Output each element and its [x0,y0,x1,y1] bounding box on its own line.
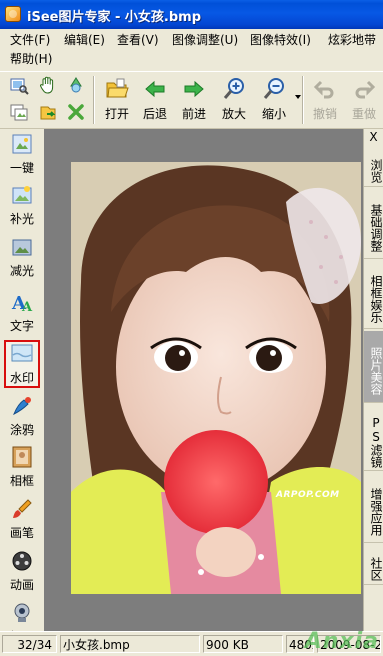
toolbar-divider [302,76,304,124]
tool-label: 画笔 [9,526,34,540]
embedded-watermark-text: ARPOP.COM [276,490,340,500]
graffiti-icon [13,397,31,416]
forward-label: 前进 [181,107,206,121]
status-filesize: 900 KB [203,635,283,653]
open-folder-icon [106,78,129,98]
app-icon[interactable] [5,6,21,22]
tool-graffiti[interactable]: 涂鸦 [4,392,40,440]
tool-label: 涂鸦 [9,423,34,437]
tool-label: 相框 [9,474,34,488]
tool-label: 动画 [9,578,34,592]
recycle-icon[interactable] [66,75,86,95]
right-tab-panel: X 浏览 基础调整 相框娱乐 照片美容 PS滤镜 增强应用 社区 [363,129,383,631]
site-watermark-logo: Anxia [304,629,379,654]
tab-ps-filters[interactable]: PS滤镜 [364,405,383,471]
tool-watermark[interactable]: 水印 [4,340,40,388]
export-icon[interactable] [38,102,58,122]
svg-text:A: A [21,300,33,314]
zoom-dropdown-arrow[interactable] [295,95,301,99]
text-icon: A A [11,293,33,314]
open-label: 打开 [104,107,129,121]
undo-button[interactable]: 撤销 [307,74,343,126]
photo-preview: ARPOP.COM [71,162,361,594]
redo-icon [355,80,376,99]
browse-icon[interactable] [9,75,29,95]
watermark-icon [11,344,33,362]
tool-label: 文字 [9,319,34,333]
image-canvas[interactable]: ARPOP.COM [44,129,363,631]
one-click-icon [12,134,32,154]
tab-basic-adjust[interactable]: 基础调整 [364,189,383,259]
tool-text[interactable]: A A 文字 [4,288,40,336]
toolbar-divider [93,76,95,124]
arrow-left-icon [145,80,165,98]
menu-bar: 文件(F) 编辑(E) 查看(V) 图像调整(U) 图像特效(I) 炫彩地带 帮… [0,29,383,71]
toolbar: 打开 后退 前进 放大 缩小 撤销 重做 [0,72,383,129]
reduce-light-icon [12,239,32,256]
tab-community[interactable]: 社区 [364,545,383,585]
status-filename: 小女孩.bmp [60,635,200,653]
tab-enhanced-apps[interactable]: 增强应用 [364,473,383,543]
copy-image-icon[interactable] [9,102,29,122]
open-button[interactable]: 打开 [99,74,135,126]
left-tool-panel: 一键 补光 减光 A A 文字 水印 涂鸦 相框 画笔 动画 [0,129,44,631]
tab-frame-fun[interactable]: 相框娱乐 [364,261,383,329]
zoom-out-label: 缩小 [261,107,286,121]
tool-capture[interactable]: 抓图 [4,599,40,631]
close-panel-icon[interactable]: X [364,129,383,145]
arrow-right-icon [184,80,204,98]
tool-label: 一键 [9,161,34,175]
back-button[interactable]: 后退 [137,74,173,126]
brush-icon [13,499,32,518]
menu-colorful-zone[interactable]: 炫彩地带 [328,31,376,50]
tool-frame[interactable]: 相框 [4,443,40,491]
tab-browse[interactable]: 浏览 [364,147,383,187]
zoom-in-icon [223,78,244,99]
undo-icon [313,80,334,99]
animation-icon [12,551,32,571]
zoom-in-button[interactable]: 放大 [216,74,252,126]
menu-image-effects[interactable]: 图像特效(I) [250,31,311,50]
status-index: 32/34 [2,635,57,653]
tool-fill-light[interactable]: 补光 [4,181,40,229]
menu-help[interactable]: 帮助(H) [10,50,52,69]
tab-photo-beauty[interactable]: 照片美容 [364,331,383,403]
tool-label: 减光 [9,264,34,278]
tool-one-click[interactable]: 一键 [4,130,40,178]
fill-light-icon [12,186,32,204]
girl-photo-illustration [71,162,361,594]
menu-image-adjust[interactable]: 图像调整(U) [172,31,238,50]
zoom-out-icon [263,78,284,99]
title-bar: iSee图片专家 - 小女孩.bmp [0,0,383,29]
back-label: 后退 [142,107,167,121]
frame-icon [12,446,32,468]
zoom-in-label: 放大 [221,107,246,121]
delete-icon[interactable] [66,102,86,122]
hand-icon[interactable] [38,75,58,95]
window-title: iSee图片专家 - 小女孩.bmp [27,10,201,25]
tool-reduce-light[interactable]: 减光 [4,233,40,281]
menu-view[interactable]: 查看(V) [117,31,159,50]
tool-animation[interactable]: 动画 [4,547,40,595]
tool-label: 水印 [9,371,34,385]
redo-label: 重做 [351,107,376,121]
menu-edit[interactable]: 编辑(E) [64,31,105,50]
undo-label: 撤销 [312,107,337,121]
zoom-out-button[interactable]: 缩小 [256,74,292,126]
forward-button[interactable]: 前进 [176,74,212,126]
tool-brush[interactable]: 画笔 [4,495,40,543]
tool-label: 补光 [9,212,34,226]
redo-button[interactable]: 重做 [346,74,382,126]
menu-file[interactable]: 文件(F) [10,31,50,50]
capture-icon [14,603,30,622]
